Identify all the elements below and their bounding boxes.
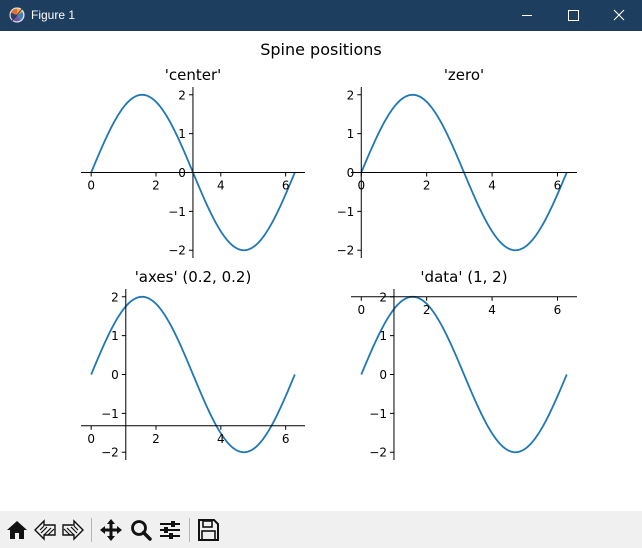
minimize-button[interactable] [504, 0, 550, 31]
navigation-toolbar [0, 511, 642, 548]
back-button[interactable] [31, 516, 59, 544]
minimize-icon [522, 15, 532, 16]
x-tick-label: 2 [152, 432, 160, 446]
x-tick-label: 0 [87, 432, 95, 446]
zoom-icon [131, 520, 152, 541]
forward-icon [62, 519, 84, 541]
subplot-center: 'center' 0 2 4 6 −2 −1 0 1 2 [81, 66, 305, 258]
x-tick-label: 0 [357, 179, 365, 193]
y-tick-label: 2 [111, 290, 119, 304]
maximize-icon [568, 10, 579, 21]
pan-button[interactable] [97, 516, 125, 544]
x-tick-label: 4 [488, 303, 496, 317]
matplotlib-logo-icon [9, 7, 25, 23]
x-tick-label: 0 [87, 179, 95, 193]
y-tick-label: −1 [101, 407, 119, 421]
x-tick-label: 2 [423, 179, 431, 193]
window-title: Figure 1 [31, 8, 76, 22]
y-tick-label: 1 [178, 127, 186, 141]
window-titlebar: Figure 1 [0, 0, 642, 31]
x-tick-label: 4 [217, 179, 225, 193]
x-tick-label: 0 [357, 303, 365, 317]
figure-canvas: Spine positions 'center'0 2 4 6−2−1012 'zer… [81, 40, 577, 460]
y-tick-label: −1 [337, 205, 355, 219]
y-tick-label: −2 [337, 244, 355, 258]
x-tick-label: 6 [282, 179, 290, 193]
y-tick-label: 1 [347, 127, 355, 141]
axes-title: 'center' [165, 66, 222, 84]
y-tick-label: 1 [379, 329, 387, 343]
y-tick-label: 2 [178, 88, 186, 102]
axes-title: 'data' (1, 2) [420, 268, 507, 286]
x-tick-label: 4 [217, 432, 225, 446]
y-tick-label: 0 [347, 166, 355, 180]
y-tick-label: 0 [379, 368, 387, 382]
home-button[interactable] [3, 516, 31, 544]
x-tick-label: 2 [423, 303, 431, 317]
axes-title: 'axes' (0.2, 0.2) [135, 268, 252, 286]
close-icon [613, 9, 625, 21]
toolbar-separator [91, 518, 92, 542]
y-tick-label: 1 [111, 329, 119, 343]
y-tick-label: −2 [369, 446, 387, 460]
y-tick-label: 0 [178, 166, 186, 180]
subplot-zero: 'zero'0 2 4 6−2−1012 [337, 66, 577, 258]
back-icon [34, 519, 56, 541]
save-icon [198, 519, 219, 541]
y-tick-label: 2 [379, 290, 387, 304]
configure-subplots-button[interactable] [156, 516, 184, 544]
axes-title: 'zero' [444, 66, 484, 84]
forward-button[interactable] [59, 516, 87, 544]
y-tick-label: 0 [111, 368, 119, 382]
subplot-axes-0.2: 'axes' (0.2, 0.2) 0 2 4 6 −2 −1 0 1 2 [81, 268, 305, 460]
x-tick-label: 4 [488, 179, 496, 193]
x-tick-label: 6 [282, 432, 290, 446]
y-tick-label: −1 [369, 407, 387, 421]
x-tick-label: 2 [152, 179, 160, 193]
sine-line [90, 295, 296, 454]
maximize-button[interactable] [550, 0, 596, 31]
y-tick-label: −2 [101, 446, 119, 460]
toolbar-separator [189, 518, 190, 542]
y-tick-label: −1 [168, 205, 186, 219]
subplot-data-1-2: 'data' (1, 2)0 2 4 6−2−1012 [351, 268, 577, 460]
pan-icon [100, 519, 122, 541]
y-tick-label: −2 [168, 244, 186, 258]
home-icon [7, 521, 27, 539]
save-button[interactable] [194, 516, 222, 544]
configure-subplots-icon [160, 521, 180, 539]
x-tick-label: 6 [554, 303, 562, 317]
close-button[interactable] [596, 0, 642, 31]
x-tick-label: 6 [554, 179, 562, 193]
figure-suptitle: Spine positions [260, 40, 382, 59]
y-tick-label: 2 [347, 88, 355, 102]
zoom-button[interactable] [127, 516, 155, 544]
